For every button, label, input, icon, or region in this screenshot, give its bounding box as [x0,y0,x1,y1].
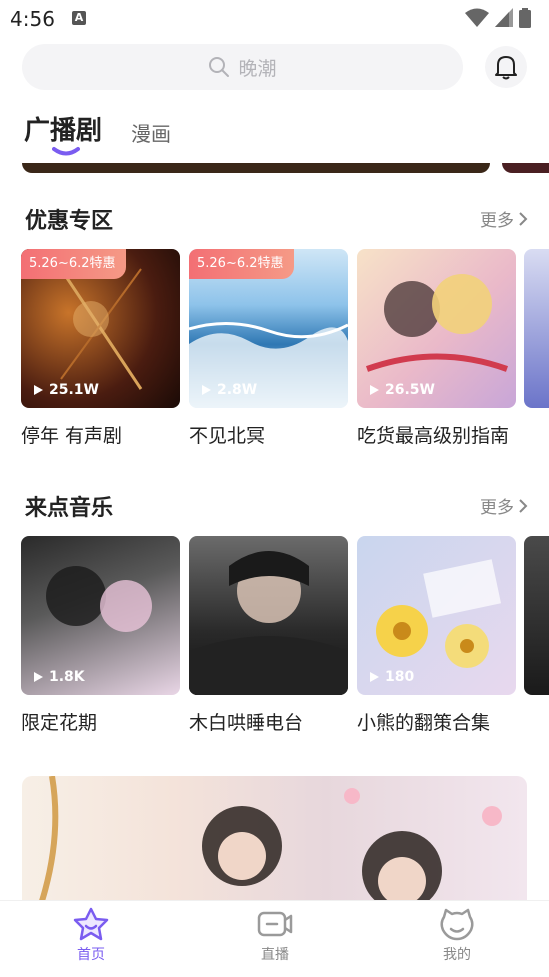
play-icon [370,385,379,395]
discount-card-3[interactable]: 26.5W 吃货最高级别指南 [357,249,516,448]
play-count-value: 180 [385,669,415,685]
search-input[interactable]: 晚潮 [22,44,463,90]
cover-image: 5.26~6.2特惠 25.1W [21,249,180,408]
chevron-right-icon [519,211,528,226]
play-count-value: 2.8W [217,382,258,398]
bottom-nav: 首页 直播 我的 [0,900,549,977]
status-indicators [465,8,531,28]
promo-banner[interactable] [22,776,527,901]
play-count: 2.8W [201,382,257,398]
tab-active-indicator [52,147,80,156]
play-count-value: 26.5W [385,382,435,398]
play-count: 1.8K [33,669,85,685]
card-title: 木白哄睡电台 [189,712,304,734]
play-icon [34,672,43,682]
music-card-3[interactable]: 180 小熊的翻策合集 [357,536,516,735]
cover-image [189,536,348,695]
status-time: 4:56 [10,7,55,31]
promo-badge: 5.26~6.2特惠 [189,249,294,279]
tab-comics[interactable]: 漫画 [131,118,171,147]
section-title-discount: 优惠专区 [25,209,114,234]
more-link-music[interactable]: 更多 [480,493,528,518]
promo-badge: 5.26~6.2特惠 [21,249,126,279]
signal-icon [495,8,513,27]
play-icon [202,385,211,395]
card-title: 停年 有声剧 [21,425,123,447]
cover-image: 26.5W [357,249,516,408]
cover-image: 1.8K [21,536,180,695]
play-icon [370,672,379,682]
battery-icon [519,8,531,28]
nav-profile-label: 我的 [443,947,471,963]
discount-card-1[interactable]: 5.26~6.2特惠 25.1W 停年 有声剧 [21,249,180,448]
live-icon [257,911,293,937]
search-placeholder: 晚潮 [238,57,277,80]
top-banner-edge[interactable] [22,163,490,173]
wifi-icon [465,8,489,27]
more-link-discount[interactable]: 更多 [480,206,528,231]
top-banner-next-edge[interactable] [502,163,549,173]
music-card-peek[interactable] [524,536,549,695]
cover-image: 5.26~6.2特惠 2.8W [189,249,348,408]
chevron-right-icon [519,498,528,513]
nav-home[interactable]: 首页 [51,907,131,964]
card-title: 吃货最高级别指南 [357,425,510,447]
music-card-1[interactable]: 1.8K 限定花期 [21,536,180,735]
bell-icon [495,56,517,80]
card-title: 限定花期 [21,712,98,734]
more-label: 更多 [480,211,514,231]
play-count-value: 1.8K [49,669,85,685]
home-star-icon [73,907,109,941]
card-title: 不见北冥 [189,425,266,447]
nav-home-label: 首页 [77,947,105,963]
nav-profile[interactable]: 我的 [417,907,497,964]
nav-live[interactable]: 直播 [235,907,315,964]
notification-app-icon: A [72,11,86,25]
banner-art [39,776,502,901]
cover-image: 180 [357,536,516,695]
play-count-value: 25.1W [49,382,99,398]
music-card-2[interactable]: 木白哄睡电台 [189,536,348,735]
discount-card-peek[interactable] [524,249,549,408]
profile-icon [440,908,474,941]
play-count: 26.5W [369,382,435,398]
play-count: 25.1W [33,382,99,398]
play-icon [34,385,43,395]
more-label: 更多 [480,498,514,518]
notification-button[interactable] [485,46,527,88]
section-title-music: 来点音乐 [25,496,114,521]
play-count: 180 [369,669,414,685]
search-icon [209,57,230,77]
card-title: 小熊的翻策合集 [357,712,491,734]
nav-live-label: 直播 [261,947,289,963]
status-bar: 4:56 A [0,0,549,36]
discount-card-2[interactable]: 5.26~6.2特惠 2.8W 不见北冥 [189,249,348,448]
tab-radio-drama[interactable]: 广播剧 [24,110,102,147]
cover-art [189,551,348,695]
